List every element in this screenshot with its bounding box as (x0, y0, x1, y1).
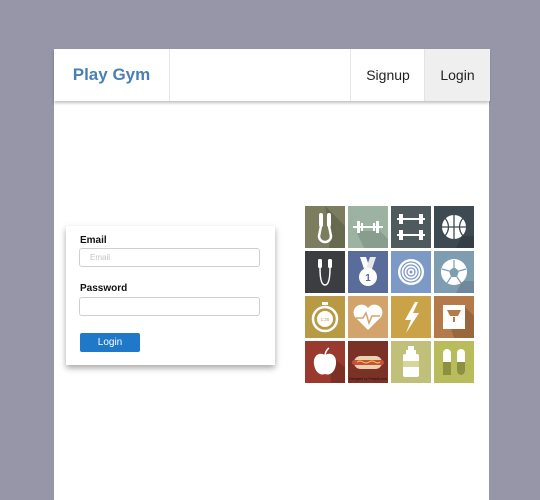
nav-login-link[interactable]: Login (424, 49, 490, 101)
nav-signup-link[interactable]: Signup (350, 49, 425, 101)
apple-icon (305, 341, 345, 383)
hotdog-icon: Designed by Freepik.com (348, 341, 388, 383)
barbell-icon (348, 206, 388, 248)
jump-rope-icon (305, 251, 345, 293)
svg-text:1: 1 (365, 273, 371, 284)
lightning-icon (391, 296, 431, 338)
dumbbells-icon (391, 206, 431, 248)
login-form: Email Password Login (66, 226, 275, 365)
navbar: Play Gym Signup Login (54, 49, 490, 101)
heart-rate-icon (348, 296, 388, 338)
soccer-ball-icon (434, 251, 474, 293)
water-bottle-icon (391, 341, 431, 383)
password-label: Password (80, 283, 128, 294)
medal-icon: 1 (348, 251, 388, 293)
hand-grip-icon (305, 206, 345, 248)
target-icon (391, 251, 431, 293)
scale-icon (434, 296, 474, 338)
page: Play Gym Signup Login Email Password Log… (54, 49, 490, 500)
svg-text:Designed by Freepik.com: Designed by Freepik.com (349, 377, 387, 381)
basketball-icon (434, 206, 474, 248)
email-field[interactable] (79, 248, 260, 267)
stopwatch-icon: 1:25 (305, 296, 345, 338)
brand-logo[interactable]: Play Gym (54, 49, 170, 101)
svg-text:1:25: 1:25 (321, 317, 330, 322)
pills-icon (434, 341, 474, 383)
fitness-icons-grid: 1 1:25 Designed by Freepik.com (305, 206, 474, 383)
password-field[interactable] (79, 297, 260, 316)
login-submit-button[interactable]: Login (80, 333, 140, 352)
email-label: Email (80, 235, 107, 246)
